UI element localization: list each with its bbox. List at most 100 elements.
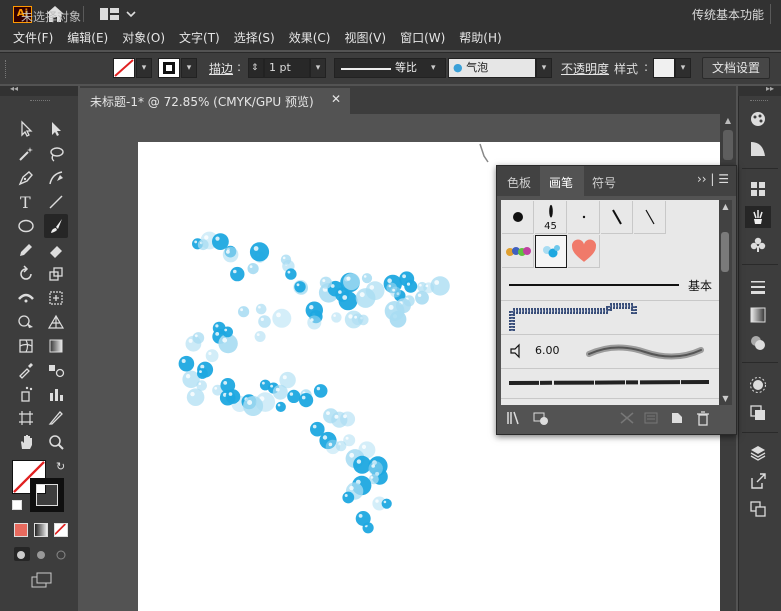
magic-wand-icon[interactable] [14, 142, 38, 166]
symbol-sprayer-icon[interactable] [14, 382, 38, 406]
scrollbar-thumb[interactable] [721, 232, 729, 272]
brush-basic-row[interactable]: 基本 [501, 269, 719, 301]
scroll-down-icon[interactable]: ▼ [720, 394, 731, 404]
tab-brushes[interactable]: 画笔 [549, 174, 573, 191]
gradient-mode-icon[interactable] [34, 523, 48, 537]
stroke-panel-icon[interactable] [745, 276, 771, 298]
appearance-panel-icon[interactable] [745, 374, 771, 396]
type-icon[interactable]: T [14, 190, 38, 214]
tab-swatches[interactable]: 色板 [507, 174, 531, 191]
brush-libraries-icon[interactable] [506, 410, 524, 426]
workspace-switcher-icon[interactable] [100, 6, 140, 22]
graph-icon[interactable] [44, 382, 68, 406]
stroke-label[interactable]: 描边 [209, 60, 233, 77]
graphic-styles-panel-icon[interactable] [745, 402, 771, 424]
brush-dropdown[interactable]: ▾ [536, 58, 552, 78]
menu-type[interactable]: 文字(T) [179, 28, 220, 50]
stroke-weight-input[interactable]: 1 pt [264, 58, 310, 78]
gradient-panel-icon[interactable] [745, 304, 771, 326]
color-mode-icon[interactable] [14, 523, 28, 537]
artboard-icon[interactable] [14, 406, 38, 430]
menu-file[interactable]: 文件(F) [13, 28, 53, 50]
slice-icon[interactable] [44, 406, 68, 430]
transparency-panel-icon[interactable] [745, 332, 771, 354]
scroll-up-icon[interactable]: ▲ [720, 202, 731, 212]
tools-collapse-bar[interactable]: ◂◂ [0, 84, 78, 96]
brush-bristle-row[interactable]: 6.00 [501, 335, 719, 369]
graphic-style-dropdown[interactable]: ▾ [675, 58, 691, 78]
line-icon[interactable] [44, 190, 68, 214]
grip-handle[interactable] [30, 100, 50, 103]
variable-width-profile[interactable]: 等比 ▾ [334, 58, 446, 78]
artboards-panel-icon[interactable] [745, 498, 771, 520]
fill-dropdown[interactable]: ▾ [136, 58, 152, 78]
menu-help[interactable]: 帮助(H) [459, 28, 501, 50]
brush-colored-spheres[interactable] [502, 235, 534, 268]
graphic-style-swatch[interactable] [653, 58, 675, 78]
tab-symbols[interactable]: 符号 [592, 174, 616, 191]
swap-colors-icon[interactable]: ↻ [56, 460, 65, 473]
mesh-icon[interactable] [14, 334, 38, 358]
menu-effect[interactable]: 效果(C) [289, 28, 331, 50]
draw-behind-icon[interactable] [34, 547, 50, 561]
none-mode-icon[interactable] [54, 523, 68, 537]
opacity-label[interactable]: 不透明度 [561, 60, 609, 77]
pen-icon[interactable] [14, 166, 38, 190]
fill-swatch[interactable] [113, 58, 135, 78]
default-colors-icon[interactable] [12, 500, 22, 510]
library-panel-icon[interactable] [532, 410, 550, 426]
stroke-swatch[interactable] [158, 58, 180, 78]
menu-edit[interactable]: 编辑(E) [67, 28, 108, 50]
brush-calligraphic-diagonal[interactable] [601, 201, 633, 234]
new-brush-icon[interactable] [668, 410, 686, 426]
symbols-panel-icon[interactable] [745, 234, 771, 256]
brush-calligraphic-thin[interactable] [634, 201, 666, 234]
pencil-icon[interactable] [14, 238, 38, 262]
document-setup-button[interactable]: 文档设置 [702, 57, 770, 79]
eyedropper-icon[interactable] [14, 358, 38, 382]
paintbrush-icon[interactable] [44, 214, 68, 238]
swatches-panel-icon[interactable] [745, 178, 771, 200]
color-guide-icon[interactable] [745, 138, 771, 160]
stroke-color-box[interactable] [30, 478, 64, 512]
screen-mode-icon[interactable] [30, 572, 54, 588]
draw-inside-icon[interactable] [54, 547, 70, 561]
document-tab-title[interactable]: 未标题-1* @ 72.85% (CMYK/GPU 预览) [90, 93, 314, 110]
shape-builder-icon[interactable] [14, 310, 38, 334]
delete-brush-icon[interactable] [694, 410, 712, 426]
stroke-weight-dropdown[interactable]: ▾ [310, 58, 326, 78]
eraser-icon[interactable] [44, 238, 68, 262]
panel-scrollbar[interactable] [719, 200, 732, 405]
stroke-stepper[interactable]: ⇕ [248, 58, 264, 78]
lasso-icon[interactable] [44, 142, 68, 166]
blend-icon[interactable] [44, 358, 68, 382]
workspace-label[interactable]: 传统基本功能 [692, 6, 764, 23]
ellipse-icon[interactable] [14, 214, 38, 238]
direct-selection-tool-icon[interactable] [44, 117, 68, 141]
scrollbar-thumb[interactable] [723, 130, 733, 160]
grip-handle[interactable] [750, 100, 768, 103]
brush-small-dot[interactable] [568, 201, 600, 234]
brush-round-dot[interactable] [502, 201, 534, 234]
grip-handle[interactable] [5, 60, 8, 78]
menu-object[interactable]: 对象(O) [122, 28, 165, 50]
gradient-icon[interactable] [44, 334, 68, 358]
panel-menu-icon[interactable]: ›› | ☰ [697, 172, 729, 186]
layers-panel-icon[interactable] [745, 442, 771, 464]
scale-icon[interactable] [44, 262, 68, 286]
brush-definition-input[interactable]: ● 气泡 [448, 58, 536, 78]
brush-pattern-row[interactable] [501, 301, 719, 335]
dock-collapse-bar[interactable]: ▸▸ [738, 84, 781, 96]
menu-window[interactable]: 窗口(W) [400, 28, 445, 50]
draw-normal-icon[interactable] [14, 547, 30, 561]
color-panel-icon[interactable] [745, 108, 771, 130]
menu-view[interactable]: 视图(V) [344, 28, 386, 50]
brushes-panel-icon[interactable] [745, 206, 771, 228]
brush-heart[interactable] [568, 235, 600, 268]
selection-tool-icon[interactable] [14, 117, 38, 141]
width-icon[interactable] [14, 286, 38, 310]
brush-bubbles-selected[interactable] [535, 235, 567, 268]
brush-charcoal-row[interactable] [501, 369, 719, 399]
scroll-up-icon[interactable]: ▲ [721, 116, 735, 126]
zoom-icon[interactable] [44, 430, 68, 454]
